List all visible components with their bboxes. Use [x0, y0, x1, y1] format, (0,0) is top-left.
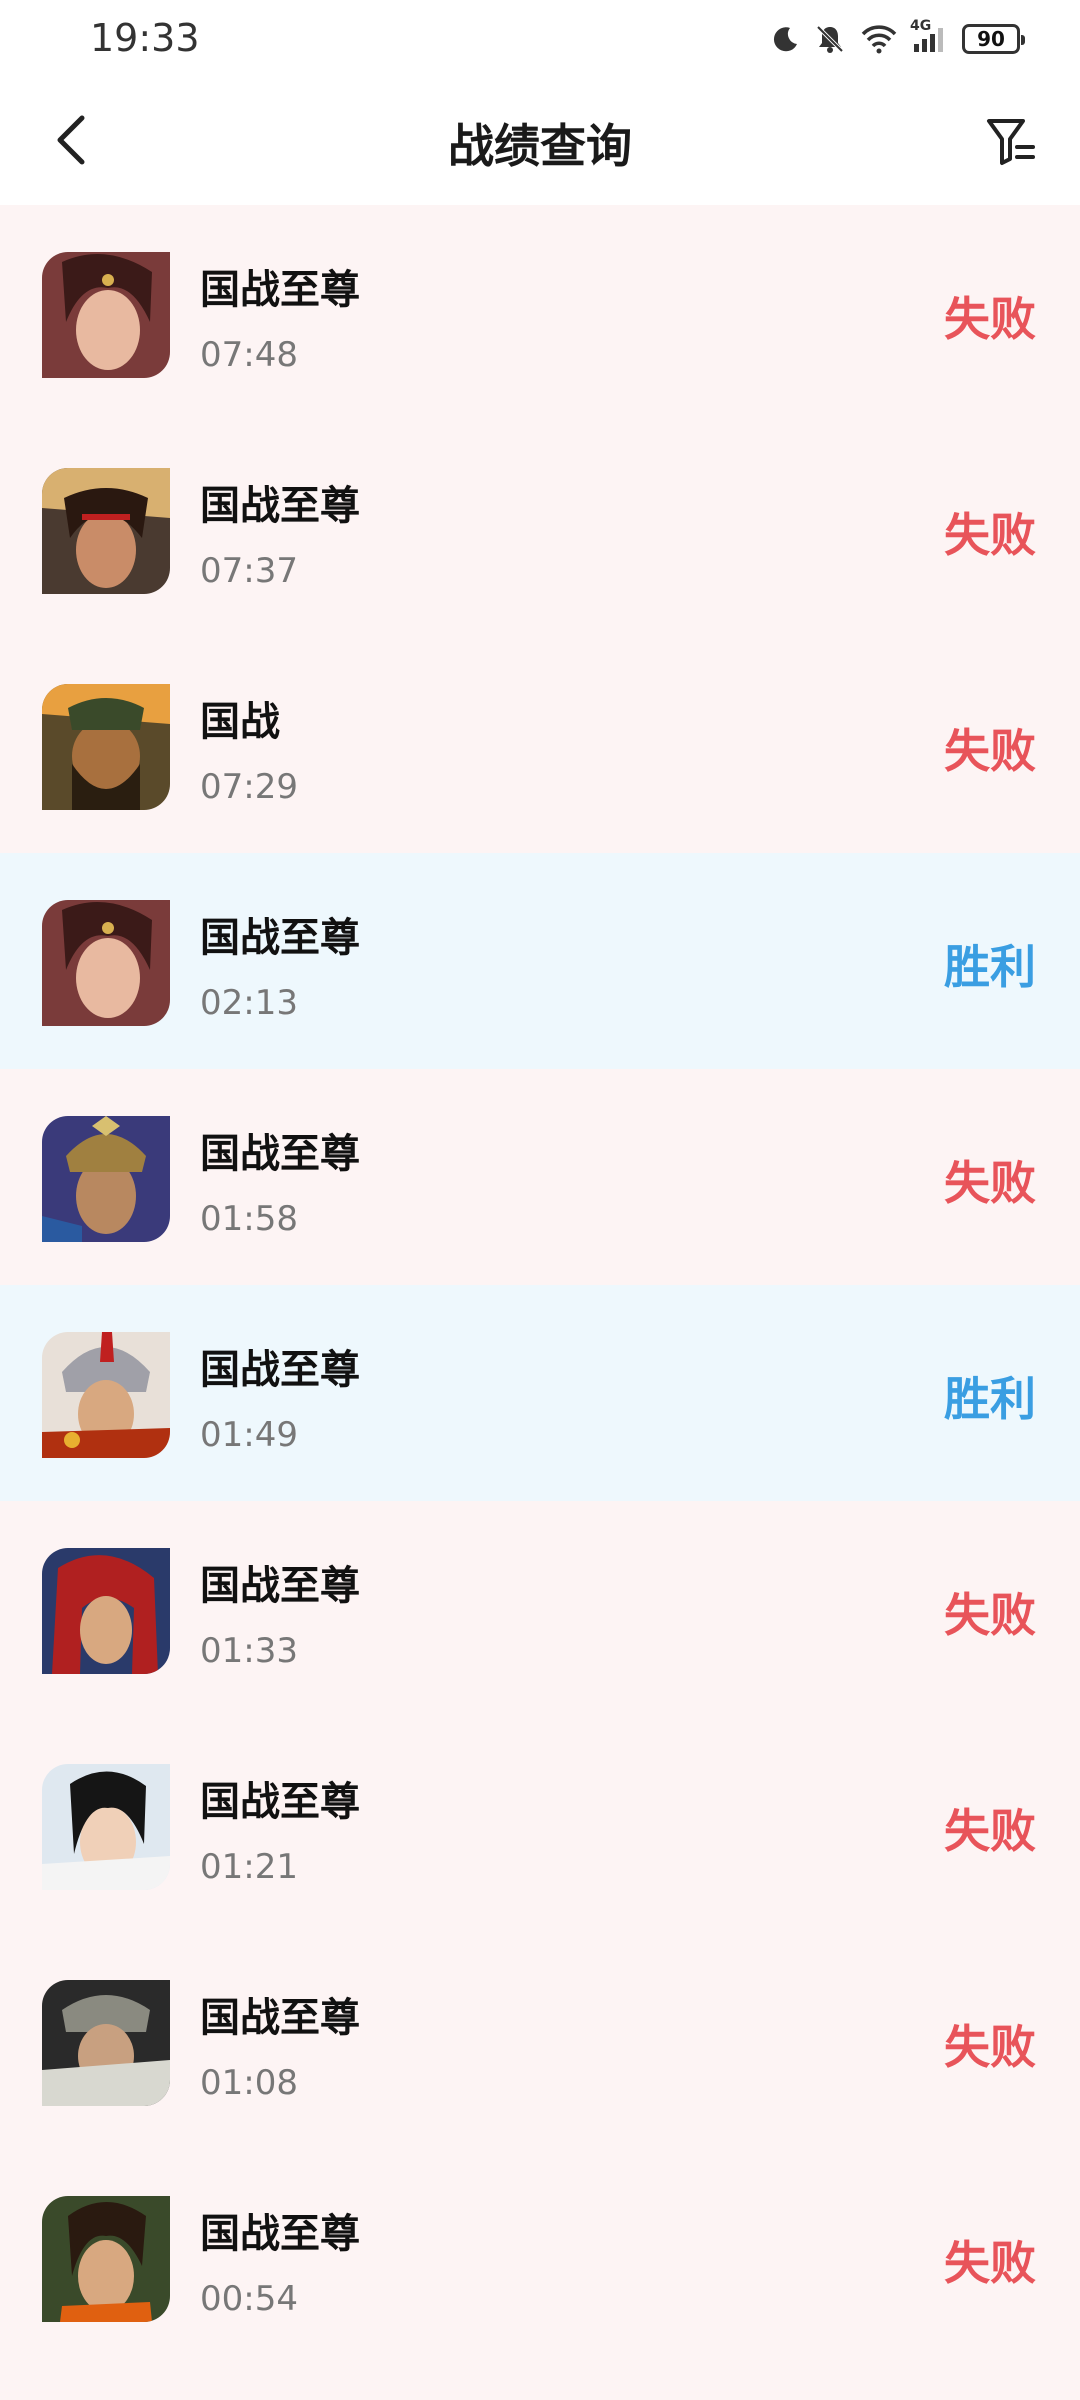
match-time: 01:21	[200, 1847, 298, 1887]
match-result: 胜利	[944, 1372, 1036, 1426]
network-label: 4G	[910, 18, 932, 34]
match-row[interactable]: 国战至尊 01:49 胜利	[0, 1285, 1080, 1501]
hero-avatar	[42, 1548, 170, 1674]
match-result: 失败	[944, 1804, 1036, 1858]
status-bar: 19:33 4G 90	[0, 0, 1080, 80]
status-time: 19:33	[90, 16, 200, 60]
bell-off-icon	[814, 23, 846, 55]
match-row[interactable]: 国战至尊 02:13 胜利	[0, 853, 1080, 1069]
match-time: 01:08	[200, 2063, 298, 2103]
hero-avatar	[42, 684, 170, 810]
match-time: 00:54	[200, 2279, 298, 2319]
match-time: 07:29	[200, 767, 298, 807]
match-row[interactable]: 国战至尊 00:54 失败	[0, 2149, 1080, 2365]
match-time: 01:33	[200, 1631, 298, 1671]
match-mode: 国战至尊	[200, 1779, 360, 1825]
filter-icon	[983, 113, 1039, 173]
hero-avatar	[42, 468, 170, 594]
match-time: 07:37	[200, 551, 298, 591]
battery-level: 90	[977, 27, 1005, 51]
match-mode: 国战至尊	[200, 1131, 360, 1177]
battery-icon: 90	[962, 24, 1025, 54]
match-mode: 国战至尊	[200, 915, 360, 961]
match-list: 国战至尊 07:48 失败 国战至尊 07:37 失败 国战 07:29 失败 …	[0, 205, 1080, 2400]
filter-button[interactable]	[976, 108, 1046, 178]
status-icons: 4G 90	[770, 16, 1025, 62]
hero-avatar	[42, 252, 170, 378]
match-row[interactable]: 国战至尊 01:21 失败	[0, 1717, 1080, 1933]
hero-avatar	[42, 1332, 170, 1458]
match-result: 失败	[944, 508, 1036, 562]
match-row[interactable]: 国战 07:29 失败	[0, 637, 1080, 853]
wifi-icon	[860, 24, 898, 54]
match-result: 失败	[944, 724, 1036, 778]
hero-avatar	[42, 2196, 170, 2322]
hero-avatar	[42, 900, 170, 1026]
app-header: 战绩查询	[0, 80, 1080, 205]
page-title: 战绩查询	[448, 119, 632, 173]
match-result: 失败	[944, 1588, 1036, 1642]
match-mode: 国战至尊	[200, 1347, 360, 1393]
match-mode: 国战至尊	[200, 267, 360, 313]
match-row[interactable]: 国战至尊 01:58 失败	[0, 1069, 1080, 1285]
match-row[interactable]: 国战至尊 01:08 失败	[0, 1933, 1080, 2149]
match-mode: 国战至尊	[200, 483, 360, 529]
hero-avatar	[42, 1980, 170, 2106]
match-time: 01:49	[200, 1415, 298, 1455]
match-mode: 国战至尊	[200, 2211, 360, 2257]
match-row[interactable]: 国战至尊 07:48 失败	[0, 205, 1080, 421]
match-result: 失败	[944, 1156, 1036, 1210]
match-row[interactable]: 国战至尊 01:33 失败	[0, 1501, 1080, 1717]
match-mode: 国战至尊	[200, 1995, 360, 2041]
match-mode: 国战	[200, 699, 280, 745]
match-row[interactable]: 国战至尊 07:37 失败	[0, 421, 1080, 637]
match-result: 失败	[944, 2236, 1036, 2290]
signal-icon: 4G	[910, 18, 948, 54]
match-result: 失败	[944, 2020, 1036, 2074]
match-result: 胜利	[944, 940, 1036, 994]
match-time: 01:58	[200, 1199, 298, 1239]
match-result: 失败	[944, 292, 1036, 346]
hero-avatar	[42, 1764, 170, 1890]
match-mode: 国战至尊	[200, 1563, 360, 1609]
moon-icon	[770, 24, 800, 54]
match-time: 02:13	[200, 983, 298, 1023]
match-time: 07:48	[200, 335, 298, 375]
hero-avatar	[42, 1116, 170, 1242]
